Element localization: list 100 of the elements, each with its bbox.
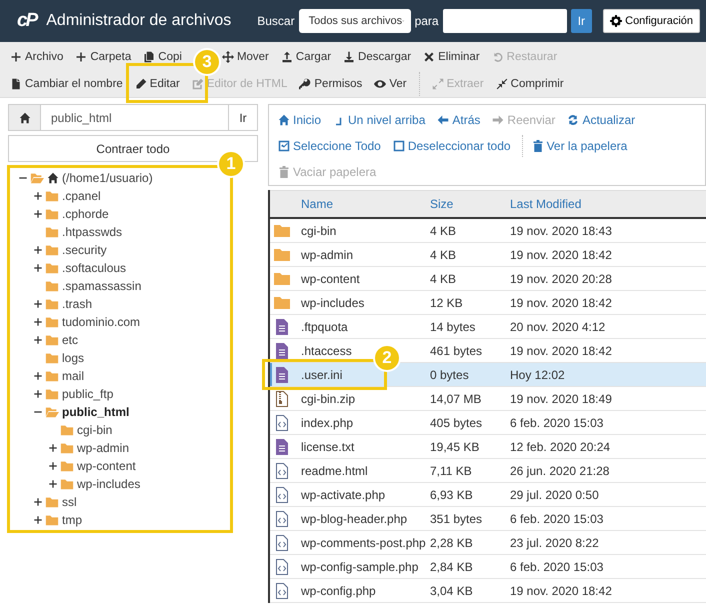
folder-name[interactable]: tudominio.com: [62, 315, 140, 329]
modified-date: 12 feb. 2020 20:24: [510, 440, 610, 454]
folder-name[interactable]: .softaculous: [62, 261, 126, 275]
file-size: 6,93 KB: [430, 488, 473, 502]
modified-date: 20 nov. 2020 4:12: [510, 320, 606, 334]
expand-toggle[interactable]: [33, 317, 43, 327]
toolbar-button[interactable]: Cargar: [274, 44, 338, 68]
expand-toggle[interactable]: [33, 335, 43, 345]
checkbox-icon: [392, 140, 405, 152]
expand-toggle[interactable]: [33, 389, 43, 399]
home-button[interactable]: [8, 104, 41, 131]
expand-toggle[interactable]: [33, 497, 43, 507]
nav-link[interactable]: Actualizar: [562, 109, 642, 131]
folder-name[interactable]: (/home1/usuario): [62, 171, 153, 185]
path-field[interactable]: public_html: [41, 104, 228, 131]
folder-name[interactable]: cgi-bin: [77, 423, 112, 437]
expand-toggle[interactable]: [33, 245, 43, 255]
column-header[interactable]: Size: [430, 197, 510, 211]
folder-name[interactable]: wp-admin: [77, 441, 130, 455]
app-title: Administrador de archivos: [46, 12, 232, 30]
toolbar-button[interactable]: Editar: [128, 72, 186, 96]
folder-name[interactable]: .cpanel: [62, 189, 101, 203]
expand-toggle[interactable]: [33, 191, 43, 201]
modified-date: 19 nov. 2020 18:42: [510, 344, 612, 358]
folder-name[interactable]: tmp: [62, 513, 82, 527]
settings-icon: [610, 15, 622, 27]
nav-link[interactable]: Atrás: [432, 109, 488, 131]
expand-toggle[interactable]: [48, 461, 58, 471]
folder-name[interactable]: logs: [62, 351, 84, 365]
toolbar-button[interactable]: Comprimir: [490, 72, 570, 96]
file-name: license.txt: [301, 440, 354, 454]
folder-name[interactable]: wp-includes: [77, 477, 140, 491]
expand-toggle[interactable]: [33, 263, 43, 273]
document-icon: [274, 342, 290, 358]
toolbar-button[interactable]: Eliminar: [417, 44, 486, 68]
folder-name[interactable]: .security: [62, 243, 107, 257]
file-row[interactable]: .user.ini 0 bytes Hoy 12:02: [270, 363, 706, 387]
expand-toggle[interactable]: [48, 443, 58, 453]
go-button[interactable]: Ir: [228, 104, 258, 131]
file-name: wp-config-sample.php: [301, 560, 418, 574]
nav-link[interactable]: Inicio: [273, 109, 328, 131]
file-name: .htaccess: [301, 344, 352, 358]
toolbar-button[interactable]: Copi: [137, 44, 188, 68]
toolbar-button[interactable]: Carpeta: [69, 44, 138, 68]
folder-name[interactable]: etc: [62, 333, 78, 347]
for-label: para: [414, 14, 439, 28]
compress-icon: [496, 78, 508, 90]
modified-date: 6 feb. 2020 15:03: [510, 416, 604, 430]
x-mark-icon: [423, 50, 436, 62]
folder-name[interactable]: .spamassassin: [62, 279, 142, 293]
file-name: .ftpquota: [301, 320, 348, 334]
folder-name[interactable]: ssl: [62, 495, 77, 509]
copy-icon: [143, 50, 156, 62]
expand-toggle[interactable]: [33, 371, 43, 381]
home-icon: [47, 172, 59, 184]
file-name: wp-blog-header.php: [301, 512, 408, 526]
go-button[interactable]: Ir: [570, 9, 592, 33]
toolbar-button[interactable]: Ver: [368, 72, 413, 96]
folder-name[interactable]: .htpasswds: [62, 225, 122, 239]
nav-link[interactable]: Ver la papelera: [526, 135, 634, 157]
folder-name[interactable]: .trash: [62, 297, 92, 311]
file-size: 461 bytes: [430, 344, 482, 358]
folder-name[interactable]: wp-content: [77, 459, 136, 473]
modified-date: 19 nov. 2020 20:28: [510, 272, 612, 286]
folder-icon: [274, 270, 290, 286]
toolbar-button[interactable]: Cambiar el nombre: [4, 72, 129, 96]
archive-file-icon: [274, 390, 290, 406]
expand-toggle[interactable]: [33, 515, 43, 525]
expand-toggle[interactable]: [33, 209, 43, 219]
toolbar-button[interactable]: Descargar: [337, 44, 418, 68]
scope-dropdown[interactable]: Todos sus archivos: [298, 9, 411, 33]
file-name: wp-content: [301, 272, 360, 286]
settings-button[interactable]: Configuración: [603, 9, 700, 33]
step-badge: 1: [219, 152, 243, 176]
folder-name[interactable]: public_html: [62, 405, 130, 419]
step-badge: 3: [195, 50, 219, 74]
folder-name[interactable]: mail: [62, 369, 84, 383]
expand-toggle[interactable]: [33, 299, 43, 309]
file-size: 3,04 KB: [430, 584, 473, 598]
column-header[interactable]: Name: [270, 197, 430, 211]
column-header[interactable]: Last Modified: [510, 197, 670, 211]
search-field[interactable]: [442, 9, 567, 33]
document-icon: [274, 438, 290, 454]
toolbar-button[interactable]: Archivo: [4, 44, 70, 68]
folder-name[interactable]: public_ftp: [62, 387, 114, 401]
file-size: 4 KB: [430, 224, 456, 238]
nav-link[interactable]: Deseleccionar todo: [388, 135, 518, 157]
file-size: 0 bytes: [430, 368, 469, 382]
nav-link[interactable]: Seleccione Todo: [273, 135, 388, 157]
step-badge: 2: [375, 346, 399, 370]
file-size: 12 KB: [430, 296, 463, 310]
expand-toggle[interactable]: [48, 479, 58, 489]
file-name: wp-activate.php: [301, 488, 386, 502]
modified-date: 19 nov. 2020 18:49: [510, 392, 612, 406]
file-icon: [10, 78, 22, 90]
code-file-icon: [274, 558, 290, 574]
toolbar-button[interactable]: Permisos: [293, 72, 368, 96]
file-size: 14,07 MB: [430, 392, 482, 406]
nav-link[interactable]: Un nivel arriba: [328, 109, 432, 131]
folder-name[interactable]: .cphorde: [62, 207, 109, 221]
